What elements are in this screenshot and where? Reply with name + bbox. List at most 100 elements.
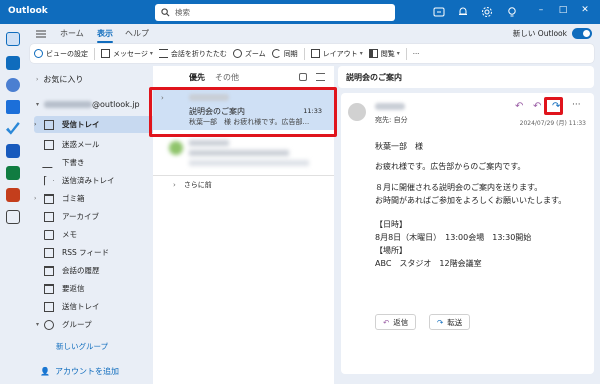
favorites-header[interactable]: › お気に入り: [34, 74, 83, 85]
filter-icon[interactable]: [316, 73, 325, 81]
body-line: お時間があればご参加をよろしくお願いいたします。: [375, 196, 567, 205]
hamburger-icon[interactable]: [36, 30, 46, 38]
folder-drafts[interactable]: 下書き: [34, 154, 167, 171]
tab-view[interactable]: 表示: [97, 28, 113, 43]
to-field: 宛先: 自分: [375, 116, 408, 124]
list-header: 優先 その他: [153, 66, 334, 88]
message-subject: 説明会のご案内: [346, 72, 402, 82]
folder-sent[interactable]: 送信済みトレイ: [34, 172, 167, 189]
tab-other[interactable]: その他: [215, 72, 239, 83]
account-header[interactable]: ▾ @outlook.jp: [34, 100, 140, 109]
chevron-right-icon: ›: [36, 76, 39, 83]
word-icon[interactable]: [6, 144, 20, 158]
reply-all-icon[interactable]: ↶: [533, 101, 541, 112]
people-icon[interactable]: [6, 78, 20, 92]
message-card: 宛先: 自分 2024/07/29 (月) 11:33 ↶ ↶ ↷ ··· 秋葉…: [341, 93, 594, 374]
excel-icon[interactable]: [6, 166, 20, 180]
sender-blurred: [189, 140, 229, 146]
forward-button[interactable]: ↷ 転送: [429, 314, 471, 330]
todo-icon[interactable]: [6, 122, 20, 135]
gear-icon[interactable]: [481, 6, 493, 18]
chevron-down-icon: ▾: [149, 50, 153, 57]
groups-icon[interactable]: [6, 100, 20, 114]
trash-icon: [44, 193, 54, 204]
new-outlook-toggle[interactable]: 新しい Outlook: [513, 28, 592, 39]
apps-icon[interactable]: [6, 210, 20, 224]
sent-icon: [44, 175, 54, 186]
divider: [303, 47, 305, 60]
zoom-button[interactable]: ズーム: [232, 49, 266, 59]
chevron-right-icon: ›: [34, 121, 37, 128]
reply-icon[interactable]: ↶: [515, 101, 523, 112]
message-button[interactable]: メッセージ ▾: [101, 49, 153, 59]
reading-pane-icon: [368, 49, 378, 58]
search-icon: [161, 8, 170, 17]
inbox-icon: [44, 119, 54, 130]
layout-button[interactable]: レイアウト ▾: [310, 49, 363, 59]
chevron-down-icon: ▾: [359, 50, 363, 57]
outbox-icon: [44, 301, 54, 312]
folder-conversation-history[interactable]: 会話の履歴: [34, 262, 167, 279]
folder-trash[interactable]: › ゴミ箱: [34, 190, 167, 207]
body-line: お疲れ様です。広告部からのご案内です。: [375, 162, 526, 171]
gear-icon: [34, 49, 43, 58]
body-line: ８月に開催される説明会のご案内を送ります。: [375, 183, 543, 192]
ribbon-toolbar: ビューの設定 メッセージ ▾ 会話を折りたたむ ズーム 同期 レイアウト ▾ 閲覧 ▾…: [30, 44, 594, 63]
meet-icon[interactable]: [433, 6, 445, 18]
reply-button[interactable]: ↶ 返信: [375, 314, 417, 330]
folder-inbox[interactable]: › 受信トレイ: [34, 116, 167, 133]
minimize-icon[interactable]: –: [534, 5, 548, 15]
folder-rss[interactable]: RSS フィード: [34, 244, 167, 261]
tab-focused[interactable]: 優先: [189, 72, 205, 83]
add-account-link[interactable]: 👤 アカウントを追加: [40, 366, 119, 377]
junk-icon: [44, 139, 54, 150]
new-outlook-label: 新しい Outlook: [512, 29, 567, 38]
reading-pane-button[interactable]: 閲覧 ▾: [368, 49, 400, 59]
older-messages-header[interactable]: › さらに前: [173, 180, 212, 190]
divider: [405, 47, 407, 60]
group-icon: [44, 319, 55, 330]
powerpoint-icon[interactable]: [6, 188, 20, 202]
toggle-switch[interactable]: [572, 28, 592, 39]
folder-junk[interactable]: 迷惑メール: [34, 136, 167, 153]
message-datetime: 2024/07/29 (月) 11:33: [519, 120, 586, 127]
layout-icon: [310, 49, 320, 58]
select-all-icon[interactable]: [299, 73, 307, 81]
more-options-button[interactable]: ···: [413, 50, 420, 58]
rss-icon: [44, 247, 54, 258]
list-item-blurred[interactable]: [153, 132, 334, 174]
preview-blurred: [189, 160, 309, 166]
draft-icon: [42, 157, 56, 168]
chevron-down-icon: ▾: [396, 50, 400, 57]
folder-groups[interactable]: ▾ グループ: [34, 316, 167, 333]
lightbulb-icon[interactable]: [506, 6, 518, 18]
folder-icon: [44, 265, 54, 276]
maximize-icon[interactable]: □: [556, 5, 570, 15]
avatar: [169, 141, 183, 155]
reply-icon: ↶: [383, 317, 390, 327]
more-icon[interactable]: ···: [572, 100, 581, 110]
chevron-down-icon: ▾: [36, 321, 40, 328]
collapse-conversations-button[interactable]: 会話を折りたたむ: [158, 49, 227, 59]
folder-reply-needed[interactable]: 要返信: [34, 280, 167, 297]
tab-home[interactable]: ホーム: [60, 28, 84, 39]
new-group-link[interactable]: 新しいグループ: [34, 338, 167, 355]
folder-notes[interactable]: メモ: [34, 226, 167, 243]
chevron-right-icon: ›: [34, 195, 37, 202]
search-input[interactable]: 検索: [155, 4, 395, 21]
sender-blurred: [375, 103, 405, 110]
body-line: 【場所】: [375, 246, 407, 255]
folder-outbox[interactable]: 送信トレイ: [34, 298, 167, 315]
archive-icon: [44, 211, 54, 222]
calendar-icon[interactable]: [6, 56, 20, 70]
mail-icon[interactable]: [6, 32, 20, 46]
sync-button[interactable]: 同期: [271, 49, 298, 59]
tab-help[interactable]: ヘルプ: [125, 28, 149, 39]
folder-pane: › お気に入り ▾ @outlook.jp › 受信トレイ 迷惑メール 下書き 送信済…: [26, 66, 167, 384]
bell-icon[interactable]: [457, 6, 469, 18]
folder-archive[interactable]: アーカイブ: [34, 208, 167, 225]
body-line: 【日時】: [375, 220, 407, 229]
body-line: ABC スタジオ 12階会議室: [375, 259, 482, 268]
view-settings-button[interactable]: ビューの設定: [34, 49, 88, 59]
close-icon[interactable]: ✕: [578, 5, 592, 15]
